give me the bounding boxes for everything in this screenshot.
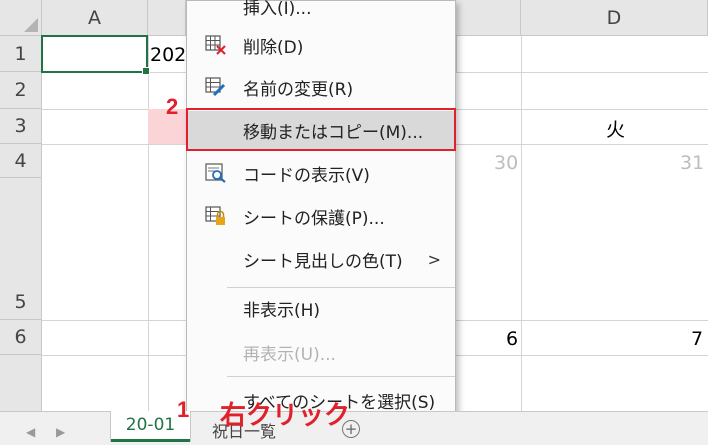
menu-item-tab-color[interactable]: シート見出しの色(T) > <box>187 240 455 278</box>
cell-d4-number: 31 <box>680 152 705 174</box>
sheet-tab-context-menu: 挿入(I)... 削除(D) 名前の変更(R) 移動またはコピー(M)... コ… <box>186 0 456 420</box>
cell-c6-number: 6 <box>506 328 519 350</box>
column-header-b[interactable] <box>148 0 186 36</box>
row-header-6[interactable]: 6 <box>0 320 42 355</box>
row-header-1[interactable]: 1 <box>0 36 42 72</box>
protect-sheet-icon <box>205 206 227 226</box>
menu-item-delete-label: 削除(D) <box>243 37 304 58</box>
delete-sheet-icon <box>205 35 227 55</box>
cell-c4-number: 30 <box>494 152 519 174</box>
menu-item-insert-label: 挿入(I)... <box>243 0 312 19</box>
select-all-corner[interactable] <box>0 0 42 36</box>
scroll-right-icon[interactable]: ▶ <box>56 425 65 439</box>
view-code-icon <box>205 163 227 183</box>
menu-item-delete[interactable]: 削除(D) <box>187 26 455 64</box>
menu-item-hide-label: 非表示(H) <box>243 300 321 321</box>
row-header-3[interactable]: 3 <box>0 109 42 144</box>
menu-separator <box>227 287 455 288</box>
menu-item-insert[interactable]: 挿入(I)... <box>187 0 455 25</box>
step-1-number: 1 <box>177 397 190 422</box>
cell-b1-text: 202 <box>150 44 187 66</box>
cell-d3-text: 火 <box>606 119 626 141</box>
menu-item-view-code-label: コードの表示(V) <box>243 165 370 186</box>
row-header-5[interactable]: 5 <box>0 178 42 320</box>
menu-separator <box>227 376 455 377</box>
scroll-left-icon[interactable]: ◀ <box>26 425 35 439</box>
cell-d6-number: 7 <box>691 328 704 350</box>
menu-item-hide[interactable]: 非表示(H) <box>187 289 455 327</box>
menu-item-tab-color-label: シート見出しの色(T) <box>243 251 403 272</box>
menu-item-unhide: 再表示(U)... <box>187 333 455 371</box>
menu-item-unhide-label: 再表示(U)... <box>243 344 336 365</box>
rename-icon <box>205 77 227 97</box>
column-header-c[interactable] <box>456 0 521 36</box>
sheet-tab-bar: ◀ ▶ 20-01 祝日一覧 + <box>0 411 708 445</box>
menu-item-view-code[interactable]: コードの表示(V) <box>187 154 455 192</box>
menu-item-rename[interactable]: 名前の変更(R) <box>187 68 455 106</box>
row-header-2[interactable]: 2 <box>0 72 42 109</box>
step-2-number: 2 <box>166 94 179 119</box>
column-header-d[interactable]: D <box>521 0 708 36</box>
selected-cell-a1[interactable] <box>41 35 150 75</box>
move-or-copy-highlight-box <box>186 108 456 151</box>
chevron-right-icon: > <box>427 249 441 269</box>
row-header-4[interactable]: 4 <box>0 144 42 178</box>
menu-item-protect-sheet-label: シートの保護(P)... <box>243 208 385 229</box>
row-header-7[interactable] <box>0 355 42 411</box>
menu-item-rename-label: 名前の変更(R) <box>243 79 354 100</box>
column-header-a[interactable]: A <box>42 0 148 36</box>
menu-item-protect-sheet[interactable]: シートの保護(P)... <box>187 197 455 235</box>
fill-handle[interactable] <box>142 67 150 75</box>
step-1-instruction: 右クリック <box>220 400 351 430</box>
